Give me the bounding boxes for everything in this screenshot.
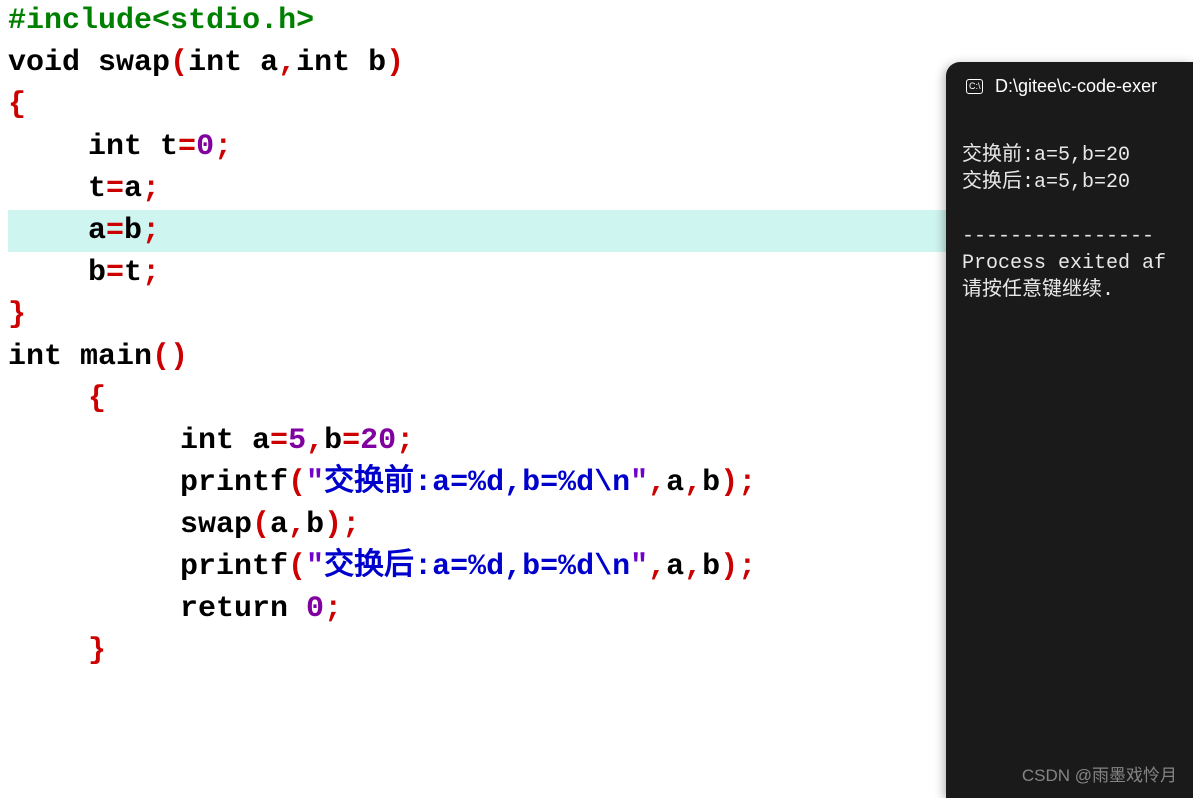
watermark-text: CSDN @雨墨戏怜月	[1022, 761, 1177, 786]
terminal-window[interactable]: C:\ D:\gitee\c-code-exer 交换前:a=5,b=20 交换…	[946, 62, 1193, 798]
terminal-icon: C:\	[966, 79, 983, 94]
terminal-title-text: D:\gitee\c-code-exer	[995, 76, 1157, 97]
terminal-titlebar[interactable]: C:\ D:\gitee\c-code-exer	[946, 62, 1193, 115]
code-line: #include<stdio.h>	[8, 0, 1185, 42]
terminal-output: 交换前:a=5,b=20 交换后:a=5,b=20 --------------…	[946, 115, 1193, 331]
